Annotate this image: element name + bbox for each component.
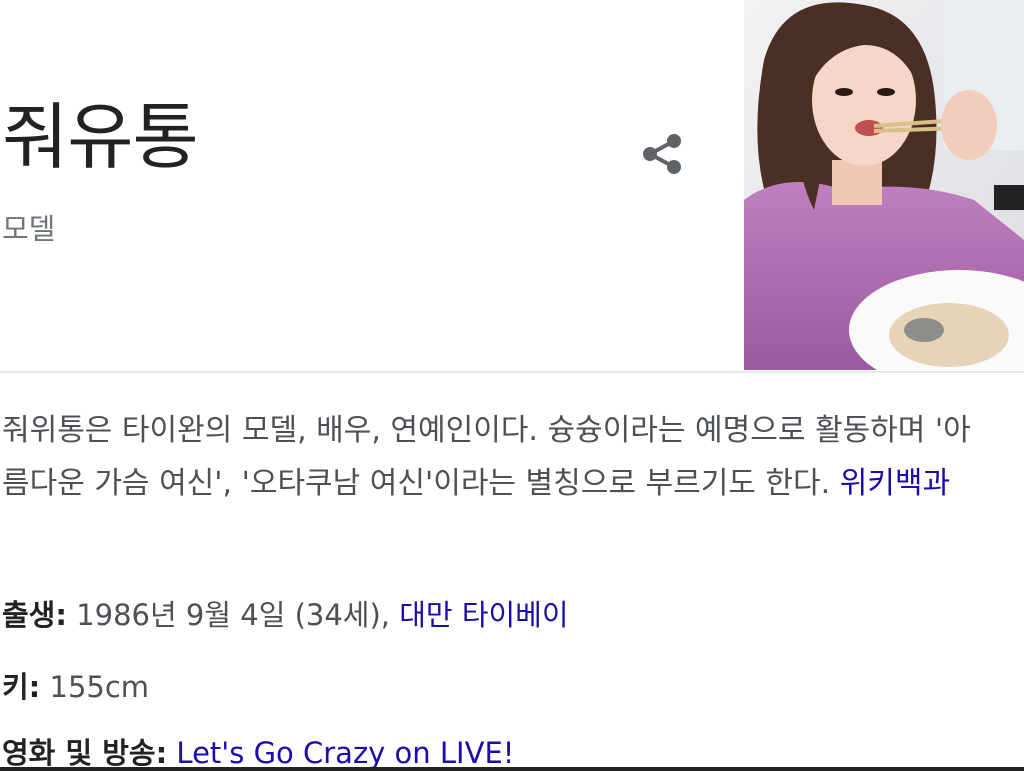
wikipedia-link[interactable]: 위키백과 (840, 466, 950, 501)
fact-films-label: 영화 및 방송: (2, 736, 168, 770)
entity-photo[interactable] (744, 0, 1024, 370)
photo-image (744, 0, 1024, 370)
entity-title: 줘유통 (2, 95, 199, 179)
section-divider (0, 371, 1024, 373)
description-text: 줘위통은 타이완의 모델, 배우, 연예인이다. 슝슝이라는 예명으로 활동하며… (2, 413, 971, 501)
entity-subtitle: 모델 (2, 212, 56, 246)
birthplace-link[interactable]: 대만 타이베이 (399, 598, 568, 632)
fact-height-label: 키: (2, 670, 41, 704)
fact-birth: 출생: 1986년 9월 4일 (34세), 대만 타이베이 (2, 592, 569, 634)
film-link[interactable]: Let's Go Crazy on LIVE! (176, 736, 514, 770)
share-button[interactable] (636, 128, 688, 180)
fact-films: 영화 및 방송: Let's Go Crazy on LIVE! (2, 730, 514, 771)
fact-birth-value: 1986년 9월 4일 (34세), (76, 598, 400, 632)
fact-height: 키: 155cm (2, 664, 149, 706)
knowledge-panel-header: 줘유통 모델 (0, 0, 744, 370)
fact-birth-label: 출생: (2, 598, 67, 632)
share-icon (643, 134, 681, 174)
fact-height-value: 155cm (49, 670, 150, 704)
bottom-border (0, 767, 1024, 771)
entity-description: 줘위통은 타이완의 모델, 배우, 연예인이다. 슝슝이라는 예명으로 활동하며… (2, 404, 992, 510)
